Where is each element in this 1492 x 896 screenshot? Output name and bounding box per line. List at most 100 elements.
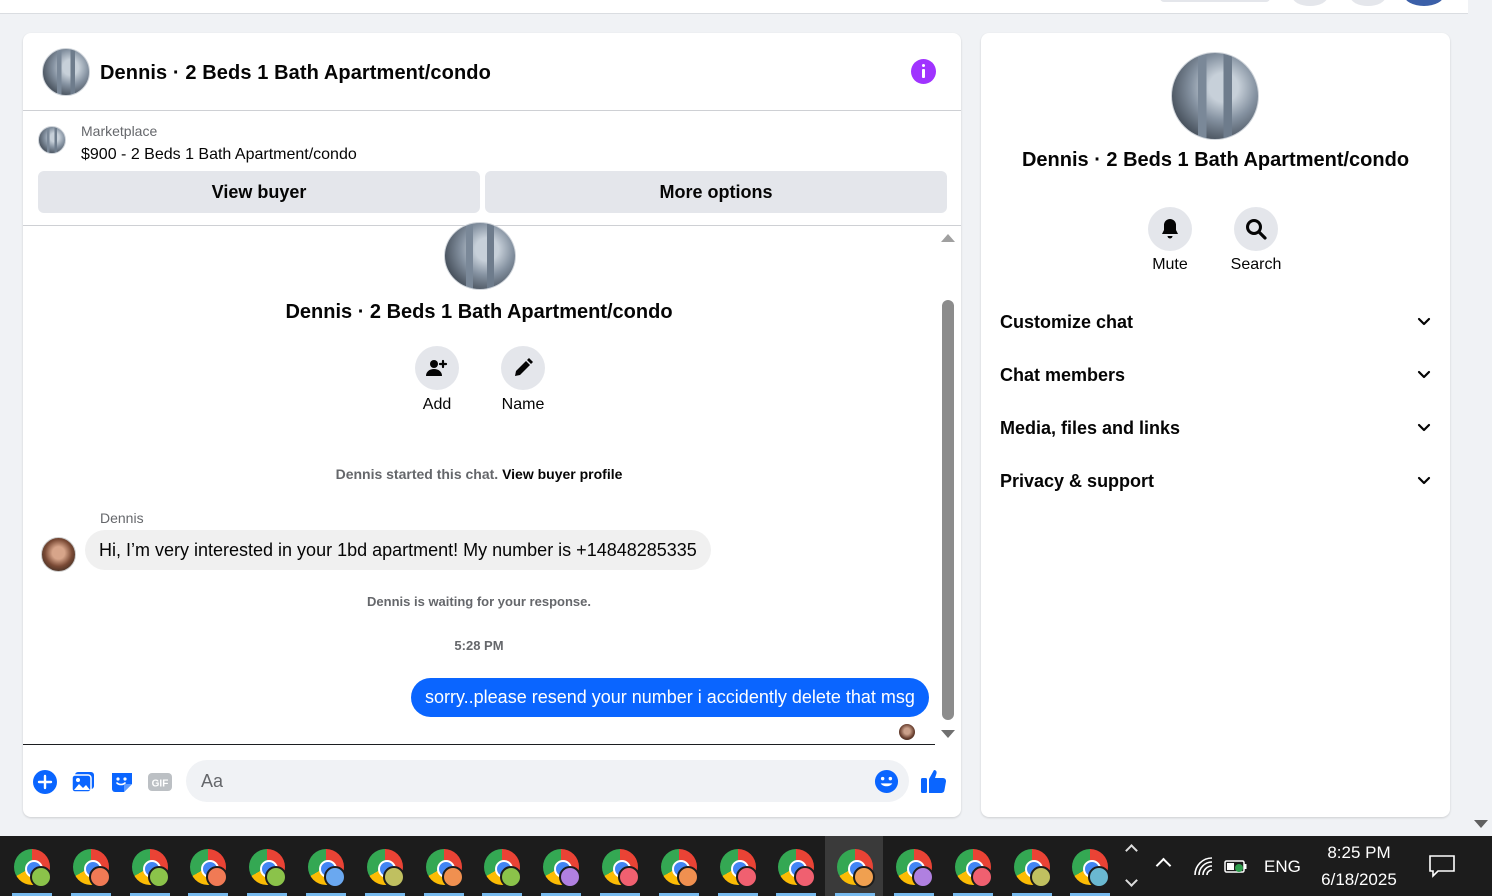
taskbar-chrome-window[interactable] bbox=[414, 836, 472, 896]
section-customize-chat[interactable]: Customize chat bbox=[1000, 302, 1432, 342]
menu-button[interactable] bbox=[1292, 0, 1328, 6]
page-scrollbar[interactable] bbox=[1468, 0, 1492, 836]
add-people-button[interactable] bbox=[415, 346, 459, 390]
view-buyer-button[interactable]: View buyer bbox=[38, 171, 480, 213]
system-tray: ENG 8:25 PM 6/18/2025 bbox=[1146, 836, 1492, 896]
mute-button[interactable] bbox=[1148, 207, 1192, 251]
taskbar-chrome-window[interactable] bbox=[296, 836, 354, 896]
profile-badge-icon bbox=[676, 866, 699, 888]
profile-badge-icon bbox=[1088, 866, 1111, 888]
gif-button[interactable]: GIF bbox=[147, 769, 173, 795]
more-options-button[interactable]: More options bbox=[485, 171, 947, 213]
profile-avatar[interactable] bbox=[1404, 0, 1444, 6]
outgoing-message-bubble[interactable]: sorry..please resend your number i accid… bbox=[411, 678, 929, 717]
section-privacy-support[interactable]: Privacy & support bbox=[1000, 461, 1432, 501]
attach-photo-button[interactable] bbox=[70, 769, 96, 795]
taskbar-chrome-window[interactable] bbox=[825, 836, 884, 896]
thread-avatar bbox=[444, 222, 516, 290]
profile-badge-icon bbox=[912, 866, 934, 888]
taskbar-chrome-window[interactable] bbox=[120, 836, 178, 896]
name-chat-button[interactable] bbox=[501, 346, 545, 390]
marketplace-listing-banner: Marketplace $900 - 2 Beds 1 Bath Apartme… bbox=[23, 111, 961, 226]
clock-time[interactable]: 8:25 PM bbox=[1306, 843, 1412, 863]
section-label: Customize chat bbox=[1000, 311, 1134, 332]
scroll-thumb[interactable] bbox=[942, 300, 954, 720]
chevron-down-icon bbox=[1417, 317, 1431, 326]
chevron-down-icon bbox=[1417, 370, 1431, 379]
sender-name: Dennis bbox=[100, 510, 144, 526]
search-conversation-button[interactable] bbox=[1234, 207, 1278, 251]
taskbar-chrome-window[interactable] bbox=[1060, 836, 1118, 896]
thread-scrollbar[interactable] bbox=[935, 226, 961, 745]
seen-indicator-avatar bbox=[899, 724, 915, 740]
taskbar-chrome-window[interactable] bbox=[472, 836, 530, 896]
profile-badge-icon bbox=[324, 866, 346, 888]
network-icon[interactable] bbox=[1192, 855, 1214, 877]
taskbar-scroll[interactable] bbox=[1120, 836, 1146, 896]
section-media-files-links[interactable]: Media, files and links bbox=[1000, 408, 1432, 448]
details-avatar[interactable] bbox=[1171, 52, 1259, 140]
details-title: Dennis · 2 Beds 1 Bath Apartment/condo bbox=[1021, 149, 1410, 171]
svg-text:GIF: GIF bbox=[152, 779, 169, 790]
taskbar-chrome-window[interactable] bbox=[178, 836, 236, 896]
section-label: Privacy & support bbox=[1000, 470, 1155, 491]
sticker-button[interactable] bbox=[109, 769, 135, 795]
conversation-avatar[interactable] bbox=[42, 48, 90, 96]
taskbar-scroll-down-icon[interactable] bbox=[1125, 874, 1138, 887]
listing-title[interactable]: $900 - 2 Beds 1 Bath Apartment/condo bbox=[81, 146, 357, 164]
taskbar-chrome-window[interactable] bbox=[766, 836, 824, 896]
page-scroll-down-arrow[interactable] bbox=[1474, 820, 1488, 828]
taskbar-chrome-window[interactable] bbox=[531, 836, 589, 896]
top-search-pill[interactable] bbox=[1160, 0, 1270, 2]
emoji-icon[interactable] bbox=[874, 769, 899, 794]
search-icon bbox=[1246, 219, 1267, 240]
sender-avatar[interactable] bbox=[41, 537, 76, 572]
conversation-title[interactable]: Dennis · 2 Beds 1 Bath Apartment/condo bbox=[100, 62, 491, 85]
profile-badge-icon bbox=[206, 866, 229, 888]
taskbar-chrome-window[interactable] bbox=[708, 836, 766, 896]
taskbar-chrome-window[interactable] bbox=[649, 836, 707, 896]
view-buyer-profile-link[interactable]: View buyer profile bbox=[502, 466, 622, 482]
message-timestamp: 5:28 PM bbox=[454, 638, 504, 653]
section-chat-members[interactable]: Chat members bbox=[1000, 355, 1432, 395]
taskbar-chrome-window[interactable] bbox=[355, 836, 413, 896]
profile-badge-icon bbox=[853, 866, 876, 888]
scroll-down-arrow[interactable] bbox=[941, 730, 955, 738]
action-center-icon[interactable] bbox=[1428, 854, 1456, 878]
profile-badge-icon bbox=[147, 866, 170, 888]
more-actions-button[interactable] bbox=[32, 769, 58, 795]
profile-badge-icon bbox=[735, 866, 758, 888]
taskbar-chrome-window[interactable] bbox=[590, 836, 648, 896]
language-indicator[interactable]: ENG bbox=[1264, 857, 1301, 877]
scroll-up-arrow[interactable] bbox=[941, 234, 955, 242]
waiting-notice: Dennis is waiting for your response. bbox=[367, 594, 591, 609]
message-input-wrapper bbox=[186, 760, 909, 802]
name-label: Name bbox=[501, 396, 545, 413]
message-thread: Dennis · 2 Beds 1 Bath Apartment/condo A… bbox=[23, 222, 935, 745]
incoming-message-bubble[interactable]: Hi, I’m very interested in your 1bd apar… bbox=[85, 530, 711, 570]
photo-icon bbox=[71, 772, 94, 793]
taskbar-chrome-window[interactable] bbox=[2, 836, 60, 896]
battery-icon[interactable] bbox=[1224, 858, 1248, 874]
info-icon[interactable] bbox=[911, 59, 936, 84]
add-label: Add bbox=[422, 396, 452, 413]
chat-header: Dennis · 2 Beds 1 Bath Apartment/condo bbox=[23, 33, 961, 111]
taskbar-chrome-window[interactable] bbox=[943, 836, 1001, 896]
listing-thumbnail[interactable] bbox=[38, 126, 66, 154]
taskbar-chrome-window[interactable] bbox=[61, 836, 119, 896]
chat-started-text: Dennis started this chat. bbox=[335, 466, 499, 482]
clock-date[interactable]: 6/18/2025 bbox=[1306, 870, 1412, 890]
taskbar-chrome-window[interactable] bbox=[1002, 836, 1060, 896]
sticker-icon bbox=[112, 773, 132, 792]
profile-badge-icon bbox=[618, 866, 640, 888]
message-input[interactable] bbox=[186, 760, 866, 802]
taskbar-chrome-window[interactable] bbox=[237, 836, 295, 896]
message-composer: GIF bbox=[23, 745, 961, 817]
notifications-button[interactable] bbox=[1350, 0, 1386, 6]
taskbar-scroll-up-icon[interactable] bbox=[1125, 844, 1138, 857]
chat-details-panel: Dennis · 2 Beds 1 Bath Apartment/condo M… bbox=[981, 33, 1450, 817]
taskbar-chrome-window[interactable] bbox=[884, 836, 942, 896]
thumbs-up-icon[interactable] bbox=[920, 767, 948, 795]
show-hidden-icons-icon[interactable] bbox=[1155, 857, 1172, 874]
chat-panel: Dennis · 2 Beds 1 Bath Apartment/condo M… bbox=[23, 33, 961, 817]
